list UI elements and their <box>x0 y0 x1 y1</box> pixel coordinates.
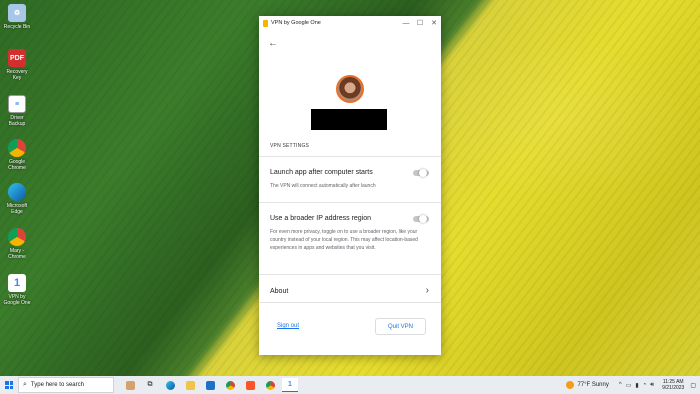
windows-logo-icon <box>5 381 13 389</box>
wifi-icon[interactable]: ◔ <box>643 382 647 388</box>
minimize-button[interactable]: — <box>399 20 413 27</box>
brave-icon <box>245 380 255 390</box>
taskbar-widgets[interactable] <box>122 378 138 392</box>
broader-region-title: Use a broader IP address region <box>270 215 372 222</box>
desktop-icon-label: Microsoft Edge <box>6 203 28 215</box>
broader-region-description: For even more privacy, toggle on to use … <box>270 229 418 251</box>
google-one-icon: 1 <box>288 381 292 388</box>
desktop-icon-label: Recycle Bin <box>3 24 31 30</box>
desktop-icon-vpn-google-one[interactable]: 1 VPN by Google One <box>2 274 32 306</box>
google-one-icon <box>263 19 268 27</box>
desktop-icon-label: VPN by Google One <box>3 294 31 306</box>
desktop-icon-google-chrome[interactable]: Google Chrome <box>2 139 32 171</box>
clock[interactable]: 11:25 AM 9/21/2023 <box>662 379 684 391</box>
avatar <box>336 75 364 103</box>
close-button[interactable]: ✕ <box>427 19 441 27</box>
quit-vpn-button[interactable]: Quit VPN <box>375 318 426 335</box>
chrome-profile-icon <box>265 380 275 390</box>
search-icon: ⌕ <box>23 381 27 388</box>
desktop-icon-label: Recovery Key <box>6 69 28 81</box>
desktop-icon-recycle-bin[interactable]: ♻ Recycle Bin <box>2 4 32 30</box>
sun-icon <box>566 381 575 389</box>
chrome-icon <box>8 139 26 157</box>
google-one-icon: 1 <box>8 274 26 292</box>
edge-icon <box>8 183 26 201</box>
divider <box>259 202 441 203</box>
settings-heading: VPN SETTINGS <box>270 143 310 149</box>
volume-icon[interactable]: 🔊︎ <box>650 382 654 389</box>
launch-at-startup-description: The VPN will connect automatically after… <box>270 183 376 189</box>
folder-icon <box>185 380 195 390</box>
document-icon: ≡ <box>8 95 26 113</box>
date-text: 9/21/2023 <box>662 385 685 391</box>
chevron-up-icon[interactable]: ^ <box>619 382 622 388</box>
edge-icon <box>165 380 175 390</box>
sign-out-link[interactable]: Sign out <box>277 323 299 329</box>
taskbar-vpn-google-one[interactable]: 1 <box>282 378 298 392</box>
taskbar-mail[interactable] <box>202 378 218 392</box>
start-button[interactable] <box>0 381 18 389</box>
mail-icon <box>205 380 215 390</box>
chevron-right-icon: › <box>425 285 429 296</box>
title-bar[interactable]: VPN by Google One — ☐ ✕ <box>259 16 441 30</box>
taskbar-file-explorer[interactable] <box>182 378 198 392</box>
divider <box>259 302 441 303</box>
taskbar-chrome-profile[interactable] <box>262 378 278 392</box>
about-row[interactable]: About › <box>259 282 441 302</box>
desktop-icon-recovery-key[interactable]: PDF Recovery Key <box>2 49 32 81</box>
system-tray: 77°F Sunny ^ ▭ ▮ ◔ 🔊︎ 11:25 AM 9/21/2023… <box>566 376 700 394</box>
launch-at-startup-title: Launch app after computer starts <box>270 169 373 176</box>
vpn-window: VPN by Google One — ☐ ✕ ← VPN SETTINGS L… <box>259 16 441 355</box>
redacted-account-name <box>311 109 387 130</box>
battery-icon[interactable]: ▮ <box>635 382 638 389</box>
divider <box>259 156 441 157</box>
desktop-icon-label: Google Chrome <box>8 159 26 171</box>
weather-text: 77°F Sunny <box>577 382 609 388</box>
maximize-button[interactable]: ☐ <box>413 19 427 27</box>
back-arrow-icon[interactable]: ← <box>268 38 278 49</box>
divider <box>259 274 441 275</box>
desktop-icon-mary-chrome[interactable]: Mary - Chrome <box>2 228 32 260</box>
desktop-icon-label: Driver Backup <box>8 115 26 127</box>
taskbar-edge[interactable] <box>162 378 178 392</box>
window-title: VPN by Google One <box>271 20 321 26</box>
taskbar: ⌕ Type here to search ⧉ 1 77°F Sunny ^ ▭… <box>0 376 700 394</box>
taskbar-search[interactable]: ⌕ Type here to search <box>18 377 114 393</box>
network-icon[interactable]: ▭ <box>626 382 632 389</box>
broader-region-toggle[interactable] <box>413 215 429 223</box>
recycle-bin-icon: ♻ <box>8 4 26 22</box>
desktop-icon-microsoft-edge[interactable]: Microsoft Edge <box>2 183 32 215</box>
taskbar-task-view[interactable]: ⧉ <box>142 378 158 392</box>
notification-icon[interactable]: ▢ <box>690 382 696 389</box>
taskbar-brave[interactable] <box>242 378 258 392</box>
about-label: About <box>270 288 289 295</box>
desktop-icon-driver-backup[interactable]: ≡ Driver Backup <box>2 95 32 127</box>
taskbar-chrome[interactable] <box>222 378 238 392</box>
chrome-icon <box>225 380 235 390</box>
weather-widget[interactable]: 77°F Sunny <box>566 381 609 389</box>
launch-at-startup-toggle[interactable] <box>413 169 429 177</box>
chrome-profile-icon <box>8 228 26 246</box>
task-view-icon: ⧉ <box>147 381 153 388</box>
widgets-icon <box>125 380 135 390</box>
search-placeholder: Type here to search <box>30 382 84 388</box>
desktop-icon-label: Mary - Chrome <box>8 248 26 260</box>
pdf-icon: PDF <box>8 49 26 67</box>
